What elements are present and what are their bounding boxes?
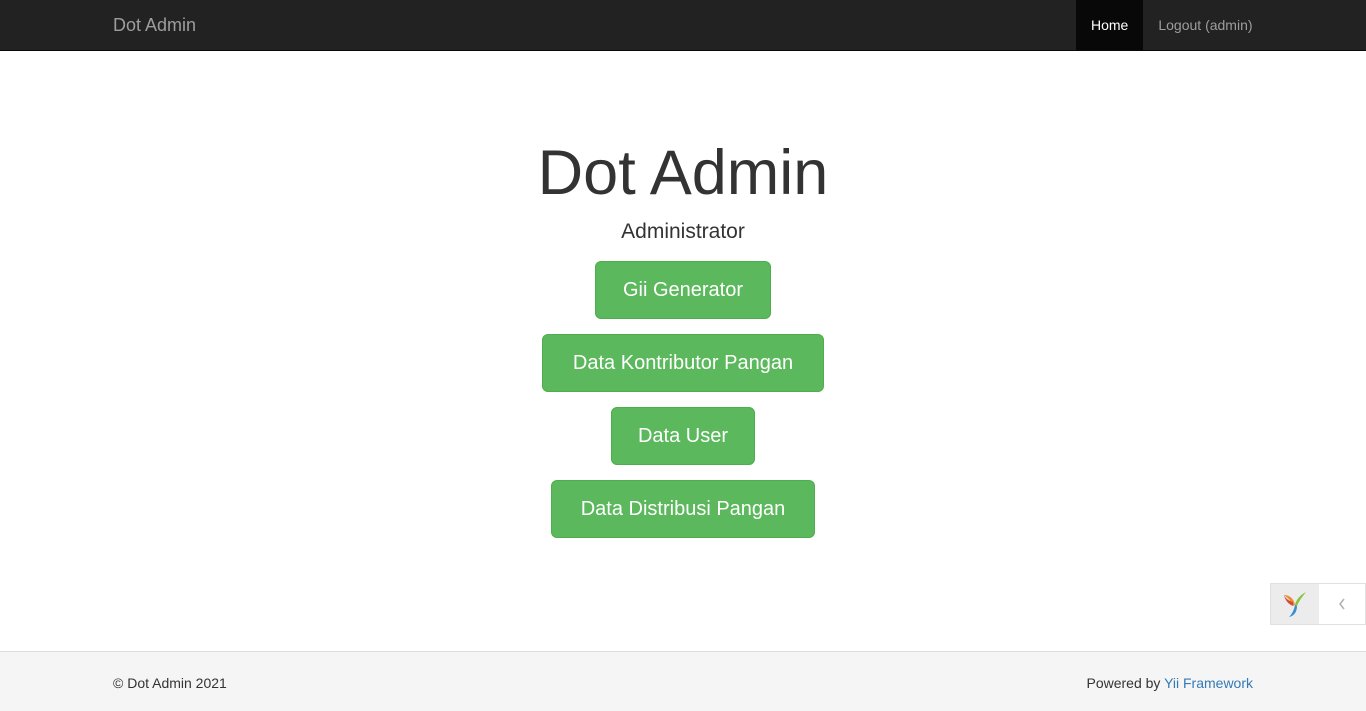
gii-generator-button[interactable]: Gii Generator xyxy=(595,261,771,319)
yii-framework-link[interactable]: Yii Framework xyxy=(1164,675,1253,691)
chevron-left-icon[interactable] xyxy=(1319,584,1366,624)
page-subtitle: Administrator xyxy=(621,220,745,243)
nav-item-home[interactable]: Home xyxy=(1076,0,1144,50)
copyright-text: © Dot Admin 2021 xyxy=(113,675,227,691)
powered-by-prefix: Powered by xyxy=(1086,675,1161,691)
yii-logo-icon[interactable] xyxy=(1271,584,1319,624)
nav-menu: Home Logout (admin) xyxy=(1076,0,1268,50)
data-user-button[interactable]: Data User xyxy=(611,407,755,465)
page-title: Dot Admin xyxy=(537,138,829,208)
data-distribusi-pangan-button[interactable]: Data Distribusi Pangan xyxy=(551,480,815,538)
data-kontributor-pangan-button[interactable]: Data Kontributor Pangan xyxy=(542,334,824,392)
brand-link[interactable]: Dot Admin xyxy=(113,15,196,36)
footer: © Dot Admin 2021 Powered by Yii Framewor… xyxy=(0,651,1366,711)
nav-item-logout[interactable]: Logout (admin) xyxy=(1143,0,1267,50)
top-navbar: Dot Admin Home Logout (admin) xyxy=(0,0,1366,51)
powered-by-text: Powered by Yii Framework xyxy=(1086,675,1253,691)
debug-toolbar xyxy=(1270,583,1366,625)
